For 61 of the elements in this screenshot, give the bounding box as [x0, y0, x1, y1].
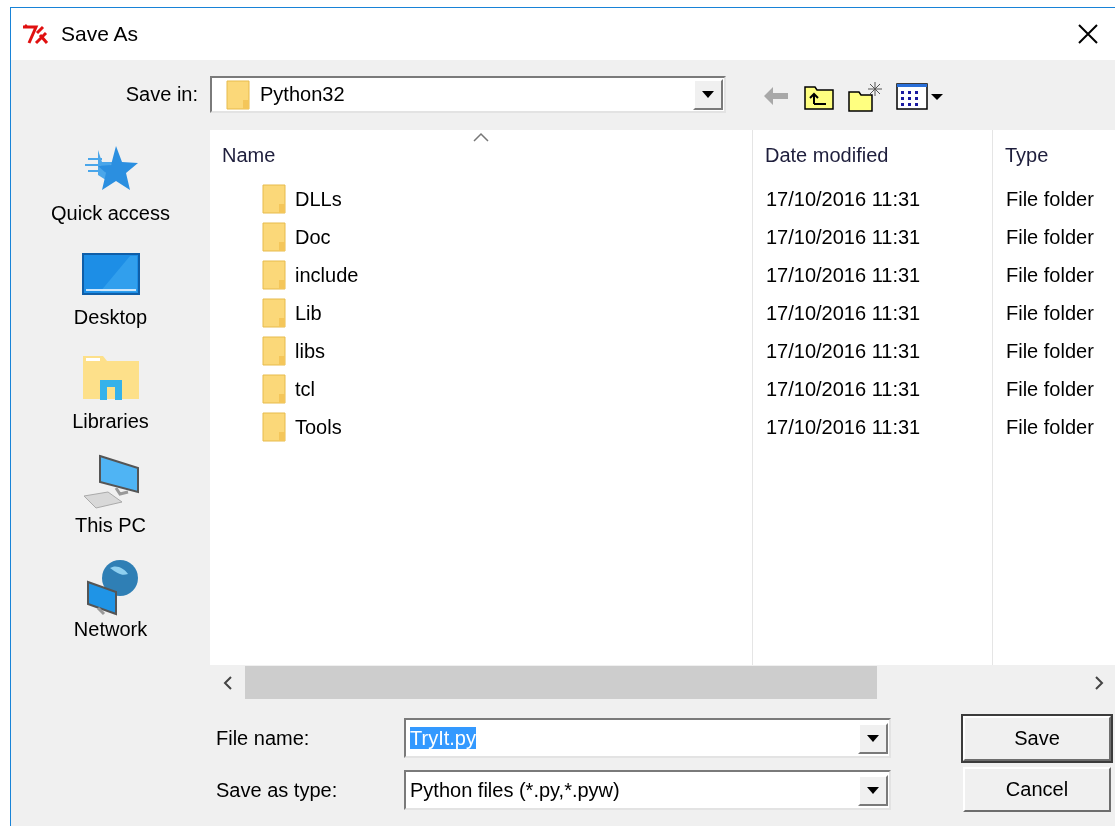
- file-type-dropdown[interactable]: Python files (*.py,*.pyw): [404, 770, 891, 810]
- view-menu-icon[interactable]: [896, 82, 946, 110]
- save-button[interactable]: Save: [963, 716, 1111, 761]
- window-title: Save As: [61, 22, 140, 46]
- table-cell: File folder: [1006, 263, 1094, 287]
- table-cell: 17/10/2016 11:31: [766, 225, 921, 249]
- table-cell: File folder: [1006, 225, 1094, 249]
- field-label: Save as type:: [216, 778, 339, 802]
- table-cell: File folder: [1006, 339, 1094, 363]
- table-cell: File folder: [1006, 301, 1094, 325]
- caret-icon: [867, 734, 879, 742]
- cancel-button[interactable]: Cancel: [963, 767, 1111, 812]
- folder-icon: [262, 184, 286, 214]
- file-name[interactable]: tcl: [295, 377, 315, 401]
- field-label: File name:: [216, 726, 311, 750]
- folder-icon: [262, 222, 286, 252]
- file-name[interactable]: Lib: [295, 301, 322, 325]
- file-name[interactable]: libs: [295, 339, 325, 363]
- place-label[interactable]: Desktop: [73, 306, 148, 329]
- file-name[interactable]: include: [295, 263, 359, 287]
- place-label[interactable]: Network: [73, 618, 148, 641]
- caret-icon: [702, 91, 714, 98]
- table-cell: 17/10/2016 11:31: [766, 415, 921, 439]
- table-cell: File folder: [1006, 415, 1094, 439]
- file-name[interactable]: Doc: [295, 225, 331, 249]
- sort-caret-icon: [473, 132, 489, 142]
- close-icon: [1077, 23, 1099, 45]
- table-cell: File folder: [1006, 187, 1094, 211]
- horizontal-scrollbar[interactable]: [210, 665, 1115, 700]
- place-label[interactable]: Quick access: [51, 202, 170, 225]
- dropdown-arrow-button[interactable]: [858, 774, 888, 806]
- folder-icon: [262, 298, 286, 328]
- folder-icon: [262, 336, 286, 366]
- folder-icon: [226, 79, 250, 110]
- column-header[interactable]: Date modified: [753, 130, 992, 180]
- table-cell: 17/10/2016 11:31: [766, 339, 921, 363]
- dropdown-arrow-button[interactable]: [858, 722, 888, 754]
- table-cell: 17/10/2016 11:31: [766, 377, 921, 401]
- field-label: Save in:: [124, 82, 198, 106]
- dropdown-arrow-button[interactable]: [693, 79, 723, 110]
- table-cell: 17/10/2016 11:31: [766, 187, 921, 211]
- column-header[interactable]: Name: [210, 130, 752, 180]
- new-folder-icon[interactable]: [848, 80, 882, 112]
- folder-icon: [262, 412, 286, 442]
- file-name[interactable]: DLLs: [295, 187, 342, 211]
- place-label[interactable]: Libraries: [72, 410, 149, 433]
- app-icon: [21, 23, 51, 45]
- place-label[interactable]: This PC: [74, 514, 147, 537]
- table-cell: 17/10/2016 11:31: [766, 263, 921, 287]
- caret-icon: [867, 786, 879, 794]
- folder-icon: [262, 374, 286, 404]
- scroll-left-icon[interactable]: [221, 674, 234, 691]
- file-name[interactable]: Tools: [295, 415, 342, 439]
- table-cell: 17/10/2016 11:31: [766, 301, 921, 325]
- scroll-thumb[interactable]: [245, 666, 877, 699]
- table-cell: File folder: [1006, 377, 1094, 401]
- scroll-right-icon[interactable]: [1092, 674, 1105, 691]
- folder-icon: [262, 260, 286, 290]
- dropdown-value: Python32: [260, 83, 346, 106]
- folder-dropdown[interactable]: Python32: [210, 76, 726, 113]
- column-header[interactable]: Type: [993, 130, 1115, 180]
